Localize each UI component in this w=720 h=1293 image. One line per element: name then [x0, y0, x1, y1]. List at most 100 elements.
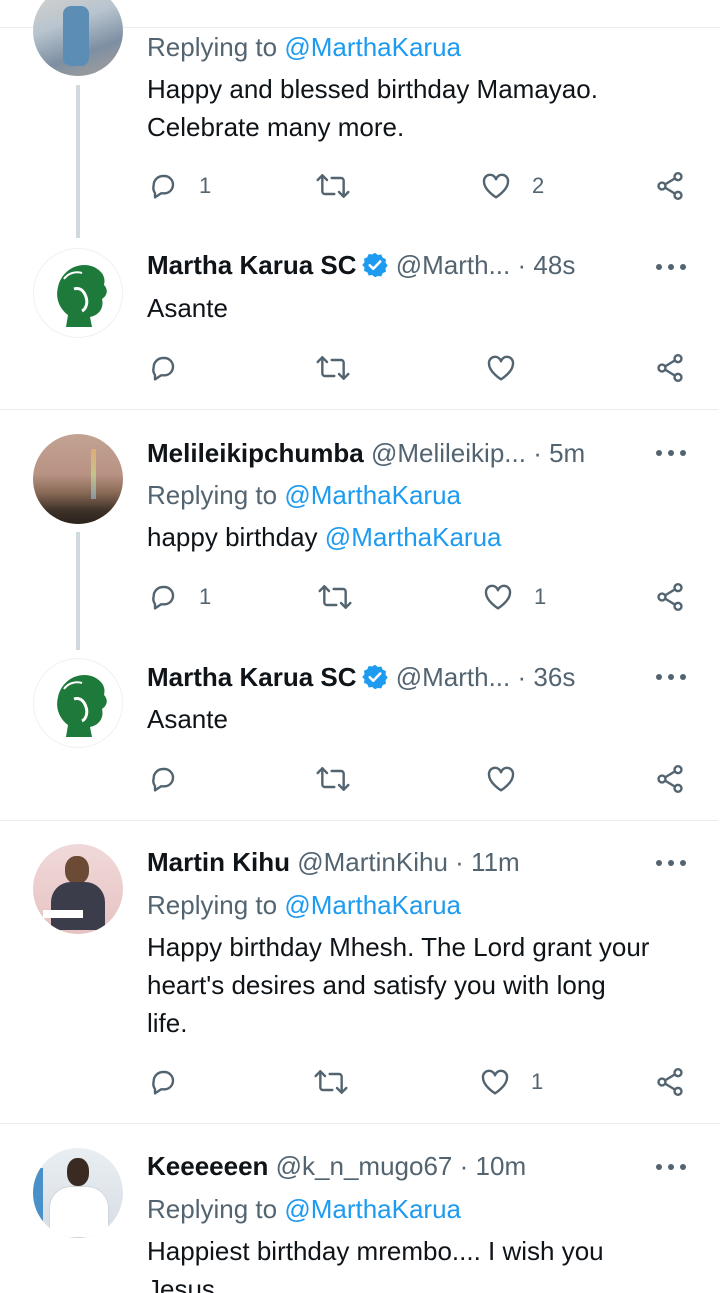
- more-options-button[interactable]: [654, 671, 688, 683]
- avatar[interactable]: [33, 658, 123, 748]
- reply-icon: [152, 1070, 175, 1095]
- replying-handle-link[interactable]: @MarthaKarua: [284, 480, 461, 510]
- tweet-header: Martin Kihu @MartinKihu · 11m: [147, 845, 520, 879]
- like-button[interactable]: 1: [482, 581, 546, 613]
- verified-badge-icon: [361, 664, 388, 690]
- avatar-head: [67, 1158, 89, 1186]
- share-icon: [657, 765, 683, 793]
- tweet-5[interactable]: Keeeeeen @k_n_mugo67 · 10m Replying to @…: [0, 1148, 720, 1293]
- replying-to: Replying to @MarthaKarua: [147, 28, 461, 66]
- avatar[interactable]: [33, 248, 123, 338]
- avatar-figure: [63, 6, 89, 66]
- display-name[interactable]: Martha Karua SC: [147, 662, 357, 692]
- avatar-rainbow: [91, 449, 96, 499]
- tweet-text: happy birthday: [147, 522, 325, 552]
- tweet-text-line: Happy birthday Mhesh. The Lord grant you…: [147, 932, 650, 962]
- avatar[interactable]: [33, 434, 123, 524]
- tweet-header: Martha Karua SC @Marth... · 48s: [147, 248, 575, 282]
- avatar[interactable]: [33, 844, 123, 934]
- avatar-paper: [43, 910, 83, 918]
- reply-icon: [152, 767, 175, 792]
- reply-count: 1: [199, 584, 212, 609]
- reply-button[interactable]: [147, 763, 179, 795]
- heart-icon: [484, 584, 512, 610]
- share-button[interactable]: [654, 763, 686, 795]
- reply-button[interactable]: 1: [147, 170, 211, 202]
- timestamp[interactable]: 48s: [533, 250, 575, 280]
- separator-dot: ·: [517, 662, 527, 692]
- replying-label: Replying to: [147, 480, 285, 510]
- reply-button[interactable]: 1: [147, 581, 211, 613]
- timestamp[interactable]: 36s: [533, 662, 575, 692]
- separator-dot: ·: [459, 1151, 469, 1181]
- like-button[interactable]: [485, 763, 517, 795]
- avatar[interactable]: [33, 0, 123, 76]
- avatar-head: [65, 856, 89, 884]
- tweet-text-line: Celebrate many more.: [147, 112, 405, 142]
- reply-icon: [152, 356, 175, 381]
- replying-label: Replying to: [147, 890, 285, 920]
- more-options-button[interactable]: [654, 857, 688, 869]
- user-handle[interactable]: @Marth...: [396, 662, 511, 692]
- avatar[interactable]: [33, 1148, 123, 1238]
- tweet-header: Martha Karua SC @Marth... · 36s: [147, 660, 575, 694]
- avatar-background: [33, 1168, 43, 1228]
- replying-handle-link[interactable]: @MarthaKarua: [284, 32, 461, 62]
- share-button[interactable]: [654, 352, 686, 384]
- heart-icon: [487, 766, 515, 792]
- timestamp[interactable]: 11m: [471, 847, 520, 877]
- more-options-button[interactable]: [654, 261, 688, 273]
- display-name[interactable]: Melileikipchumba: [147, 438, 364, 468]
- like-button[interactable]: 1: [479, 1066, 543, 1098]
- retweet-button[interactable]: [315, 763, 351, 795]
- tweet-text-line: happy birthday @MarthaKarua: [147, 518, 502, 556]
- user-handle[interactable]: @Melileikip...: [371, 438, 526, 468]
- thread-line: [76, 532, 80, 650]
- display-name[interactable]: Keeeeeen: [147, 1151, 268, 1181]
- like-count: 2: [532, 173, 545, 198]
- separator-dot: ·: [533, 438, 542, 468]
- like-count: 1: [531, 1069, 544, 1094]
- share-button[interactable]: [654, 170, 686, 202]
- tweet-text-line: Happiest birthday mrembo.... I wish you: [147, 1236, 604, 1266]
- reply-count: 1: [199, 173, 212, 198]
- display-name[interactable]: Martin Kihu: [147, 847, 290, 877]
- tweet-text-line: life.: [147, 1008, 188, 1038]
- share-icon: [657, 583, 683, 611]
- retweet-button[interactable]: [315, 352, 351, 384]
- mention-link[interactable]: @MarthaKarua: [325, 522, 502, 552]
- reply-button[interactable]: [147, 352, 179, 384]
- timestamp[interactable]: 10m: [476, 1151, 527, 1181]
- retweet-icon: [316, 174, 350, 198]
- like-button[interactable]: 2: [480, 170, 544, 202]
- reply-icon: [152, 174, 175, 199]
- more-options-button[interactable]: [654, 447, 688, 459]
- tweet-divider: [0, 409, 718, 410]
- reply-icon: [152, 585, 175, 610]
- retweet-button[interactable]: [313, 1066, 349, 1098]
- user-handle[interactable]: @k_n_mugo67: [276, 1151, 453, 1181]
- display-name[interactable]: Martha Karua SC: [147, 250, 357, 280]
- more-options-button[interactable]: [654, 1161, 688, 1173]
- separator-dot: ·: [455, 847, 464, 877]
- user-handle[interactable]: @Marth...: [396, 250, 511, 280]
- replying-to: Replying to @MarthaKarua: [147, 476, 461, 514]
- like-button[interactable]: [485, 352, 517, 384]
- share-button[interactable]: [654, 581, 686, 613]
- replying-handle-link[interactable]: @MarthaKarua: [284, 890, 461, 920]
- heart-icon: [482, 173, 510, 199]
- tweet-text-line: Happy and blessed birthday Mamayao.: [147, 74, 598, 104]
- replying-handle-link[interactable]: @MarthaKarua: [284, 1194, 461, 1224]
- share-icon: [657, 172, 683, 200]
- replying-to: Replying to @MarthaKarua: [147, 886, 461, 924]
- tweet-text-line: Asante: [147, 293, 228, 323]
- share-button[interactable]: [654, 1066, 686, 1098]
- timestamp[interactable]: 5m: [549, 438, 585, 468]
- user-handle[interactable]: @MartinKihu: [297, 847, 448, 877]
- retweet-icon: [316, 767, 350, 791]
- thread-line: [76, 85, 80, 238]
- retweet-button[interactable]: [315, 170, 351, 202]
- retweet-icon: [316, 356, 350, 380]
- reply-button[interactable]: [147, 1066, 179, 1098]
- retweet-button[interactable]: [317, 581, 353, 613]
